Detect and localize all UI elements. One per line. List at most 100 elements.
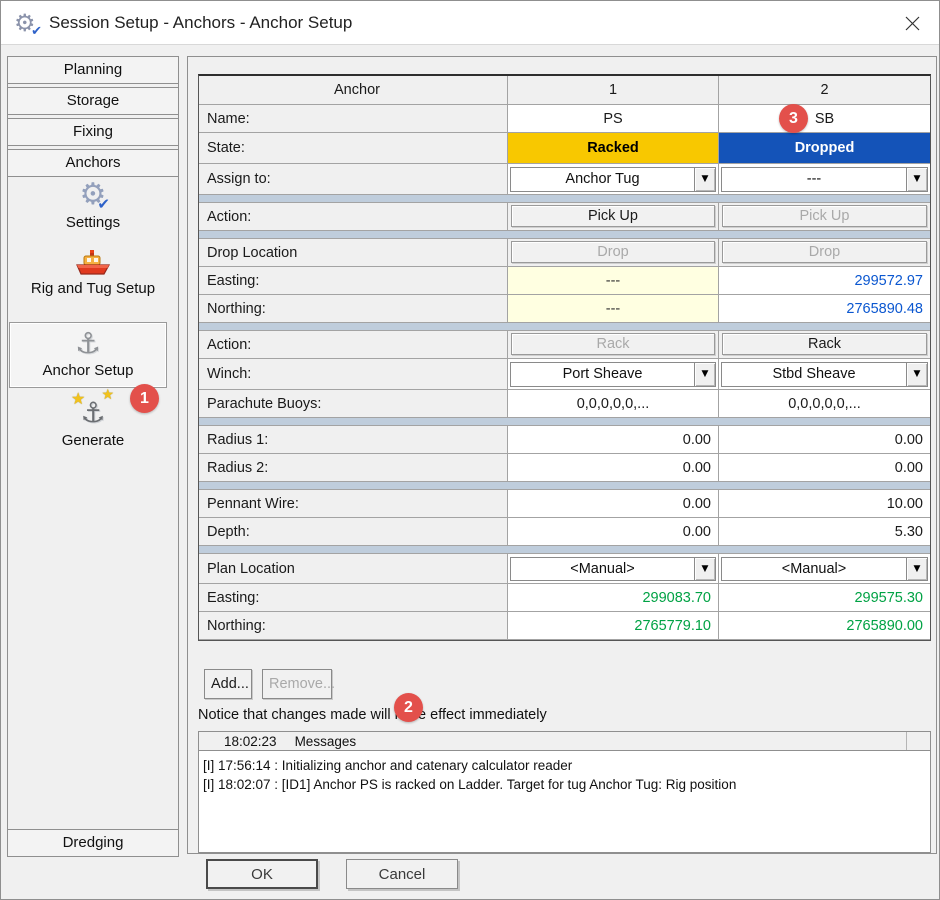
sidebar-tab-anchors[interactable]: Anchors xyxy=(7,149,179,177)
sidebar-tab-dredging[interactable]: Dredging xyxy=(7,829,179,857)
row-plan-location: Plan Location <Manual> <Manual> xyxy=(199,554,930,584)
annotation-badge-3: 3 xyxy=(779,104,808,133)
radius1-cell-1[interactable]: 0.00 xyxy=(508,426,719,454)
sidebar-item-anchor-setup[interactable]: Anchor Setup xyxy=(8,327,168,380)
name-cell-2[interactable]: SB xyxy=(719,105,930,133)
row-label: Action: xyxy=(199,331,508,359)
combo-value: Port Sheave xyxy=(511,363,694,386)
table-separator xyxy=(199,546,930,554)
anchors-table: Anchor 1 2 Name: PS SB State: Racked Dro… xyxy=(198,74,931,641)
sidebar-tab-fixing[interactable]: Fixing xyxy=(7,118,179,146)
annotation-badge-2: 2 xyxy=(394,693,423,722)
radius2-cell-2[interactable]: 0.00 xyxy=(719,454,930,482)
sidebar-tab-planning[interactable]: Planning xyxy=(7,56,179,84)
row-assign-to: Assign to: Anchor Tug --- xyxy=(199,164,930,195)
sidebar-tab-storage[interactable]: Storage xyxy=(7,87,179,115)
ok-button[interactable]: OK xyxy=(206,859,318,889)
tugboat-icon xyxy=(8,247,178,277)
table-separator xyxy=(199,231,930,239)
chevron-down-icon[interactable] xyxy=(694,558,715,580)
chevron-down-icon[interactable] xyxy=(906,168,927,191)
drop-northing-2[interactable]: 2765890.48 xyxy=(719,295,930,323)
rack-button-1: Rack xyxy=(511,333,715,355)
header-anchor: Anchor xyxy=(199,76,508,105)
messages-timestamp: 18:02:23 xyxy=(224,734,277,749)
notice-text: Notice that changes made will have effec… xyxy=(198,707,547,723)
rack-button-2[interactable]: Rack xyxy=(722,333,927,355)
row-pennant-wire: Pennant Wire: 0.00 10.00 xyxy=(199,490,930,518)
row-label: Winch: xyxy=(199,359,508,390)
drop-button-1: Drop xyxy=(511,241,715,263)
combo-value: Stbd Sheave xyxy=(722,363,906,386)
plan-easting-1[interactable]: 299083.70 xyxy=(508,584,719,612)
plan-easting-2[interactable]: 299575.30 xyxy=(719,584,930,612)
anchor-stars-icon: ★ ★ xyxy=(73,395,113,429)
pennant-cell-1[interactable]: 0.00 xyxy=(508,490,719,518)
row-label: Parachute Buoys: xyxy=(199,390,508,418)
sidebar-item-label: Settings xyxy=(66,214,120,231)
depth-cell-2[interactable]: 5.30 xyxy=(719,518,930,546)
plan-northing-2[interactable]: 2765890.00 xyxy=(719,612,930,640)
messages-header-spacer xyxy=(907,732,930,750)
row-parachute-buoys: Parachute Buoys: 0,0,0,0,0,... 0,0,0,0,0… xyxy=(199,390,930,418)
radius2-cell-1[interactable]: 0.00 xyxy=(508,454,719,482)
assign-cell-2: --- xyxy=(719,164,930,195)
close-icon xyxy=(905,16,920,31)
row-label: Pennant Wire: xyxy=(199,490,508,518)
sidebar: Planning Storage Fixing Anchors Settings… xyxy=(7,56,179,857)
sidebar-item-settings[interactable]: Settings xyxy=(8,179,178,232)
depth-cell-1[interactable]: 0.00 xyxy=(508,518,719,546)
sidebar-item-label: Rig and Tug Setup xyxy=(31,280,155,297)
row-depth: Depth: 0.00 5.30 xyxy=(199,518,930,546)
winch-select-2[interactable]: Stbd Sheave xyxy=(721,362,928,387)
row-label: Drop Location xyxy=(199,239,508,267)
close-button[interactable] xyxy=(899,10,925,36)
message-line: [I] 18:02:07 : [ID1] Anchor PS is racked… xyxy=(203,775,926,794)
add-button[interactable]: Add... xyxy=(204,669,252,699)
chevron-down-icon[interactable] xyxy=(906,363,927,386)
pennant-cell-2[interactable]: 10.00 xyxy=(719,490,930,518)
buoys-cell-2[interactable]: 0,0,0,0,0,... xyxy=(719,390,930,418)
radius1-cell-2[interactable]: 0.00 xyxy=(719,426,930,454)
row-name: Name: PS SB xyxy=(199,105,930,133)
sidebar-item-rig-and-tug-setup[interactable]: Rig and Tug Setup xyxy=(8,247,178,298)
pickup-button-1[interactable]: Pick Up xyxy=(511,205,715,227)
drop-easting-1[interactable]: --- xyxy=(508,267,719,295)
cancel-button[interactable]: Cancel xyxy=(346,859,458,889)
winch-cell-2: Stbd Sheave xyxy=(719,359,930,390)
anchor-icon xyxy=(71,327,105,359)
combo-value: --- xyxy=(722,168,906,191)
table-header-row: Anchor 1 2 xyxy=(199,76,930,105)
chevron-down-icon[interactable] xyxy=(694,363,715,386)
drop-easting-2[interactable]: 299572.97 xyxy=(719,267,930,295)
rack-cell-1: Rack xyxy=(508,331,719,359)
plan-location-select-1[interactable]: <Manual> xyxy=(510,557,716,581)
window-title: Session Setup - Anchors - Anchor Setup xyxy=(49,13,352,33)
messages-list[interactable]: [I] 17:56:14 : Initializing anchor and c… xyxy=(199,751,930,794)
row-state: State: Racked Dropped xyxy=(199,133,930,164)
row-label: Radius 1: xyxy=(199,426,508,454)
row-label: Northing: xyxy=(199,612,508,640)
row-plan-northing: Northing: 2765779.10 2765890.00 xyxy=(199,612,930,640)
name-cell-1[interactable]: PS xyxy=(508,105,719,133)
messages-panel: 18:02:23 Messages [I] 17:56:14 : Initial… xyxy=(198,731,931,853)
assign-to-select-2[interactable]: --- xyxy=(721,167,928,192)
anchor-setup-panel: 3 Anchor 1 2 Name: PS SB State: Racked D… xyxy=(187,56,937,854)
row-label: Action: xyxy=(199,203,508,231)
table-separator xyxy=(199,323,930,331)
drop-northing-1[interactable]: --- xyxy=(508,295,719,323)
header-anchor-1: 1 xyxy=(508,76,719,105)
state-badge-dropped: Dropped xyxy=(719,133,930,164)
winch-cell-1: Port Sheave xyxy=(508,359,719,390)
assign-to-select-1[interactable]: Anchor Tug xyxy=(510,167,716,192)
chevron-down-icon[interactable] xyxy=(906,558,927,580)
buoys-cell-1[interactable]: 0,0,0,0,0,... xyxy=(508,390,719,418)
chevron-down-icon[interactable] xyxy=(694,168,715,191)
gear-check-app-icon xyxy=(14,10,40,36)
messages-header-main[interactable]: 18:02:23 Messages xyxy=(199,732,907,750)
plan-location-select-2[interactable]: <Manual> xyxy=(721,557,928,581)
row-label: Assign to: xyxy=(199,164,508,195)
plan-northing-1[interactable]: 2765779.10 xyxy=(508,612,719,640)
winch-select-1[interactable]: Port Sheave xyxy=(510,362,716,387)
row-label: State: xyxy=(199,133,508,164)
